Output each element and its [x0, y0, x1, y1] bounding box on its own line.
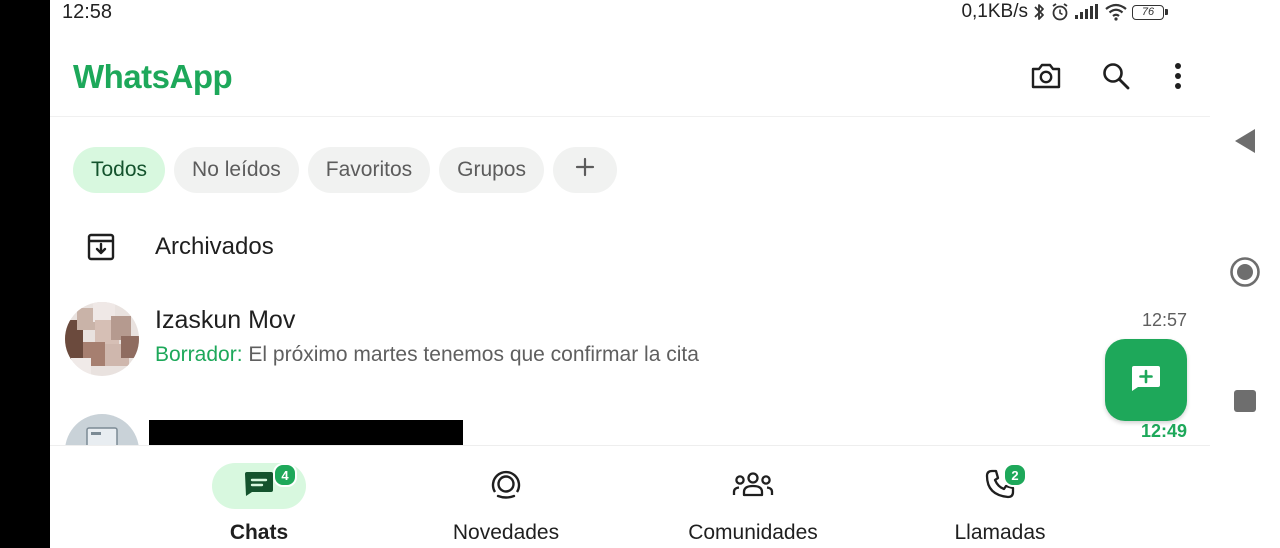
chat-name: Izaskun Mov [155, 306, 296, 334]
chat-time: 12:57 [1141, 310, 1187, 330]
calls-badge: 2 [1003, 463, 1027, 487]
chat-preview-text: El próximo martes tenemos que confirmar … [248, 343, 699, 366]
wifi-icon [1104, 3, 1128, 21]
more-options-button[interactable] [1158, 58, 1198, 98]
filter-chips: Todos No leídos Favoritos Grupos [73, 147, 617, 193]
nav-label-llamadas: Llamadas [954, 521, 1046, 544]
signal-icon [1074, 4, 1100, 20]
draft-label: Borrador: [155, 343, 243, 366]
system-navigation-bar [1210, 0, 1280, 548]
archive-icon [86, 232, 116, 267]
bottom-navigation: 4 Chats Novedades Comunidades 2 Llamadas [50, 445, 1210, 548]
bluetooth-icon [1032, 2, 1046, 22]
archived-row[interactable]: Archivados [50, 220, 1210, 276]
new-chat-button[interactable] [1105, 339, 1187, 421]
home-circle-icon [1229, 256, 1261, 293]
avatar[interactable] [65, 302, 139, 376]
chats-icon [244, 471, 274, 502]
status-icons: 0,1KB/s 76 [961, 1, 1168, 23]
app-title: WhatsApp [73, 58, 233, 95]
redacted-chat-name [149, 420, 463, 446]
search-button[interactable] [1096, 58, 1136, 98]
updates-icon [490, 468, 522, 505]
filter-chip-no-leidos[interactable]: No leídos [174, 147, 299, 193]
camera-icon [1030, 62, 1062, 95]
system-recents-button[interactable] [1210, 378, 1280, 428]
recents-square-icon [1233, 389, 1257, 418]
system-back-button[interactable] [1210, 118, 1280, 168]
search-icon [1101, 61, 1131, 96]
nav-pill-comunidades [706, 463, 800, 509]
network-speed: 0,1KB/s [961, 1, 1028, 22]
whatsapp-screen: 12:58 0,1KB/s 76 WhatsApp Todos No leído… [50, 0, 1210, 548]
nav-tab-llamadas[interactable]: 2 Llamadas [900, 446, 1100, 548]
nav-pill-llamadas [953, 463, 1047, 509]
back-triangle-icon [1233, 127, 1257, 160]
left-black-bezel [0, 0, 50, 548]
system-home-button[interactable] [1210, 249, 1280, 299]
add-filter-button[interactable] [553, 147, 617, 193]
chats-badge: 4 [273, 463, 297, 487]
camera-button[interactable] [1026, 58, 1066, 98]
filter-chip-favoritos[interactable]: Favoritos [307, 147, 431, 193]
nav-label-comunidades: Comunidades [688, 521, 818, 544]
chat-row[interactable]: 12:49 [50, 406, 1210, 446]
battery-icon: 76 [1132, 4, 1168, 20]
archived-label: Archivados [155, 233, 274, 260]
nav-label-novedades: Novedades [452, 521, 560, 544]
status-time: 12:58 [62, 1, 113, 23]
communities-icon [732, 470, 774, 503]
battery-level: 76 [1132, 4, 1164, 20]
filter-chip-grupos[interactable]: Grupos [439, 147, 544, 193]
chat-row[interactable]: Izaskun Mov Borrador: El próximo martes … [50, 296, 1210, 386]
plus-icon [575, 157, 595, 183]
new-chat-icon [1130, 365, 1162, 396]
nav-tab-novedades[interactable]: Novedades [406, 446, 606, 548]
alarm-icon [1050, 2, 1070, 22]
avatar[interactable] [65, 414, 139, 446]
nav-tab-chats[interactable]: 4 Chats [159, 446, 359, 548]
filter-chip-todos[interactable]: Todos [73, 147, 166, 193]
appbar-divider [50, 116, 1210, 117]
nav-pill-novedades [459, 463, 553, 509]
more-vert-icon [1174, 62, 1182, 95]
nav-tab-comunidades[interactable]: Comunidades [653, 446, 853, 548]
nav-label-chats: Chats [229, 521, 289, 544]
chat-preview: Borrador: El próximo martes tenemos que … [155, 343, 699, 367]
chat-time: 12:49 [1140, 421, 1187, 441]
